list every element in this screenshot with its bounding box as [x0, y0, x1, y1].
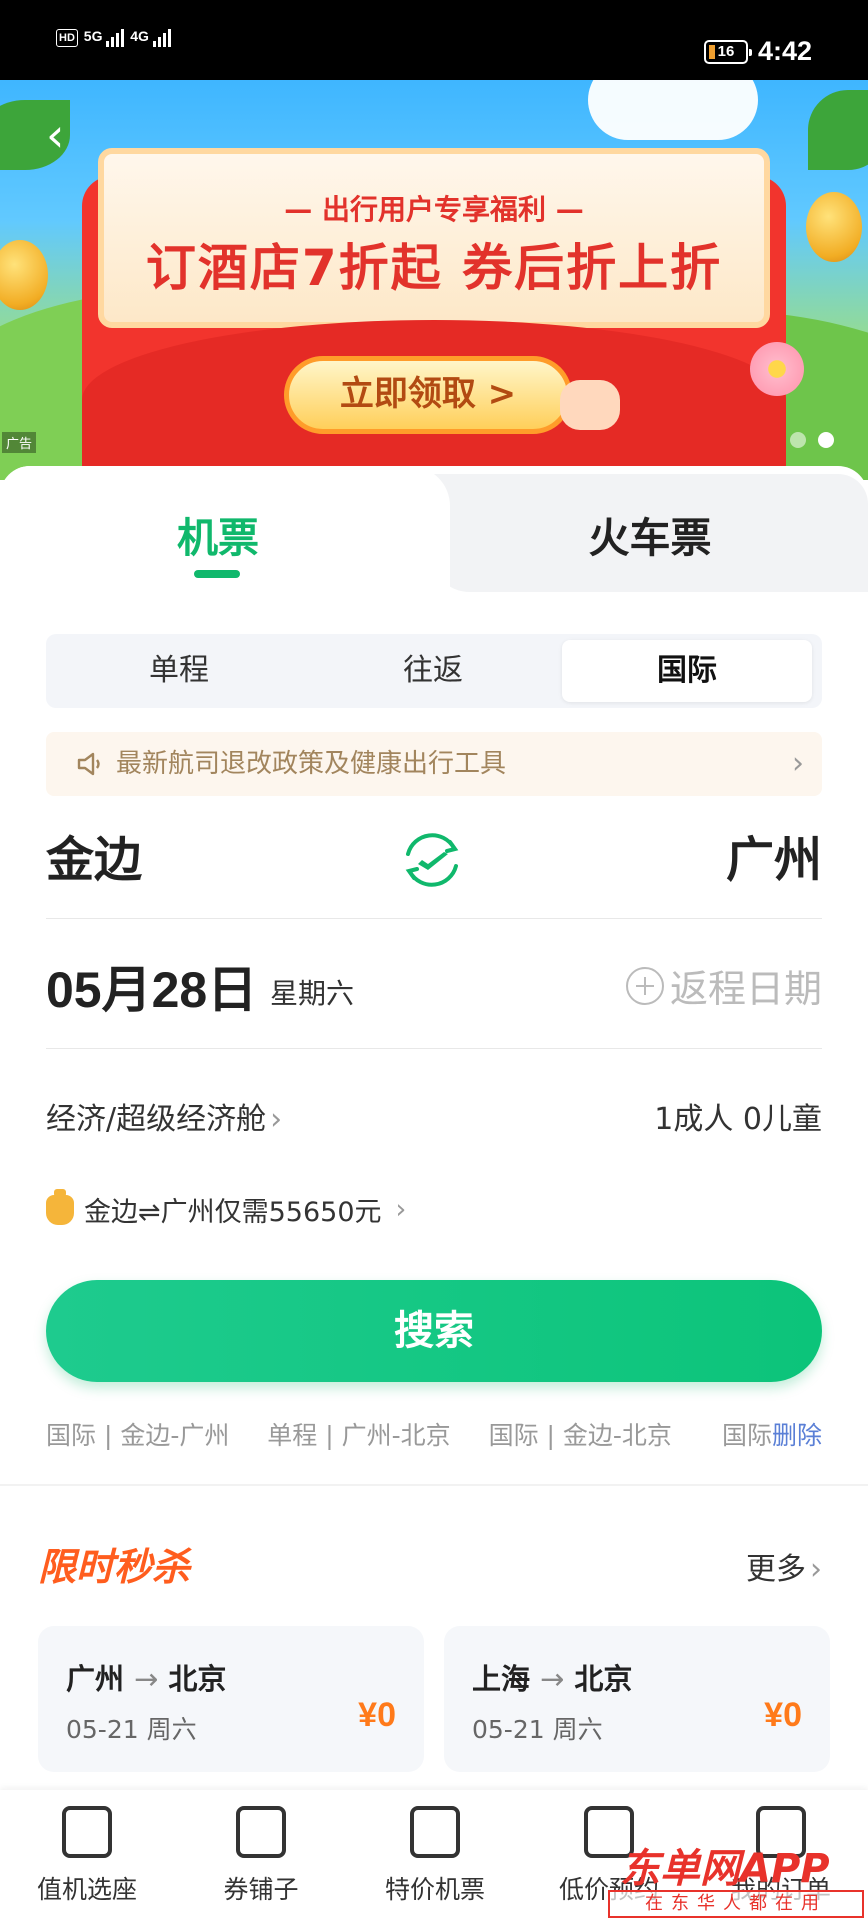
- cabin-class-selector[interactable]: 经济/超级经济舱 ›: [46, 1094, 282, 1138]
- arrow-right-icon: →: [540, 1662, 565, 1696]
- checkin-seat-icon: [62, 1806, 112, 1858]
- chevron-right-icon: ›: [270, 1102, 283, 1137]
- departure-city[interactable]: 金边: [46, 820, 142, 890]
- search-button[interactable]: 搜索: [46, 1280, 822, 1382]
- nav-special-ticket[interactable]: 特价机票: [348, 1790, 522, 1920]
- chevron-right-icon: ›: [810, 1552, 822, 1587]
- history-tail: 国际删除: [715, 1416, 822, 1452]
- return-date-label: 返程日期: [669, 967, 822, 1011]
- deal-date: 05-21 周六: [472, 1715, 603, 1744]
- divider: [46, 1048, 822, 1049]
- divider: [46, 918, 822, 919]
- cabin-class-label: 经济/超级经济舱: [46, 1102, 267, 1137]
- deal-route: 广州 → 北京: [66, 1656, 226, 1698]
- notice-text: 最新航司退改政策及健康出行工具: [116, 749, 507, 779]
- history-item[interactable]: 国际: [722, 1421, 772, 1450]
- history-item[interactable]: 单程 | 广州-北京: [267, 1421, 450, 1450]
- trip-type-one-way[interactable]: 单程: [54, 640, 304, 702]
- speaker-icon: [77, 752, 100, 776]
- pagination-dot-active[interactable]: [818, 432, 834, 448]
- flash-sale-title: 限时秒杀: [38, 1545, 191, 1589]
- search-history: 国际 | 金边-广州 单程 | 广州-北京 国际 | 金边-北京 国际删除: [46, 1416, 822, 1456]
- clear-history-button[interactable]: 删除: [772, 1421, 822, 1450]
- more-label: 更多: [746, 1552, 806, 1587]
- hd-badge: HD: [56, 29, 78, 47]
- return-date-button[interactable]: 返程日期: [625, 958, 822, 1013]
- active-tab-indicator: [194, 570, 240, 578]
- pagination-dot[interactable]: [790, 432, 806, 448]
- coupon-shop-icon: [236, 1806, 286, 1858]
- deal-to-city: 北京: [574, 1662, 633, 1696]
- signal-bars-icon: [152, 29, 173, 47]
- nav-label: 值机选座: [36, 1875, 137, 1904]
- deal-from-city: 广州: [66, 1662, 125, 1696]
- deal-card[interactable]: 广州 → 北京 05-21 周六 ¥0: [38, 1626, 424, 1772]
- nav-label: 券铺子: [223, 1875, 299, 1904]
- deal-route: 上海 → 北京: [472, 1656, 632, 1698]
- arrow-right-icon: →: [134, 1662, 159, 1696]
- nav-checkin-seat[interactable]: 值机选座: [0, 1790, 174, 1920]
- status-time: 4:42: [757, 36, 812, 66]
- money-bag-icon: [46, 1188, 74, 1225]
- app-screen: HD 5G 4G 16 4:42 ‹ — 出行用户专享福利 — 订酒店7折起 券…: [0, 0, 868, 1920]
- arrival-city[interactable]: 广州: [726, 820, 822, 890]
- section-divider: [0, 1484, 868, 1486]
- departure-weekday: 星期六: [270, 977, 355, 1010]
- deal-to-city: 北京: [168, 1662, 227, 1696]
- trip-type-international[interactable]: 国际: [562, 640, 812, 702]
- pointing-hand-icon: [560, 380, 620, 430]
- promo-banner[interactable]: ‹ — 出行用户专享福利 — 订酒店7折起 券后折上折 立即领取 > 广告: [0, 80, 868, 480]
- flower-decoration: [750, 342, 804, 396]
- passenger-selector[interactable]: 1成人 0儿童: [654, 1094, 822, 1138]
- trip-type-round-trip[interactable]: 往返: [308, 640, 558, 702]
- leaf-decoration: [808, 90, 868, 170]
- signal-bars-icon: [106, 29, 126, 47]
- claim-coupon-button[interactable]: 立即领取 >: [284, 356, 572, 434]
- cloud-decoration: [588, 80, 758, 140]
- network-4g-label: 4G: [130, 28, 149, 44]
- promo-headline: 订酒店7折起 券后折上折: [145, 239, 723, 297]
- ad-label: 广告: [2, 432, 37, 453]
- network-5g-label: 5G: [83, 28, 103, 44]
- history-item[interactable]: 国际 | 金边-广州: [46, 1421, 229, 1450]
- tab-flight[interactable]: 机票: [120, 504, 316, 564]
- policy-notice[interactable]: 最新航司退改政策及健康出行工具 ›: [46, 732, 822, 796]
- watermark-logo: 东单网APP 在东华人都在用: [600, 1836, 868, 1920]
- banner-pagination: [790, 432, 834, 448]
- more-deals-link[interactable]: 更多 ›: [746, 1544, 822, 1588]
- departure-date[interactable]: 05月28日: [46, 950, 257, 1022]
- deal-date: 05-21 周六: [66, 1715, 197, 1744]
- status-right: 16 4:42: [703, 36, 812, 67]
- deal-from-city: 上海: [472, 1662, 531, 1696]
- deal-card[interactable]: 上海 → 北京 05-21 周六 ¥0: [444, 1626, 830, 1772]
- promo-subtitle: — 出行用户专享福利 —: [284, 193, 584, 226]
- back-arrow-icon[interactable]: ‹: [46, 110, 86, 160]
- chevron-right-icon: ›: [792, 746, 804, 781]
- nav-label: 特价机票: [384, 1875, 485, 1904]
- history-item[interactable]: 国际 | 金边-北京: [489, 1421, 672, 1450]
- watermark-text: 东单网APP: [620, 1846, 830, 1892]
- deal-price: ¥0: [764, 1696, 802, 1734]
- trip-type-selector: 单程 往返 国际: [46, 634, 822, 708]
- watermark-slogan: 在东华人都在用: [608, 1890, 864, 1918]
- add-circle-icon: [625, 966, 664, 1005]
- deal-price: ¥0: [358, 1696, 396, 1734]
- status-bar: HD 5G 4G 16 4:42: [0, 0, 868, 80]
- battery-icon: 16: [703, 39, 752, 64]
- tab-train[interactable]: 火车票: [540, 504, 760, 564]
- chevron-right-icon: ›: [395, 1194, 407, 1225]
- price-tip-text: 金边⇌广州仅需55650元: [84, 1197, 382, 1228]
- signal-indicators: HD 5G 4G: [56, 28, 173, 47]
- price-tip[interactable]: 金边⇌广州仅需55650元 ›: [46, 1188, 407, 1229]
- swap-plane-icon[interactable]: [396, 824, 468, 896]
- special-ticket-icon: [410, 1806, 460, 1858]
- nav-coupon-shop[interactable]: 券铺子: [174, 1790, 348, 1920]
